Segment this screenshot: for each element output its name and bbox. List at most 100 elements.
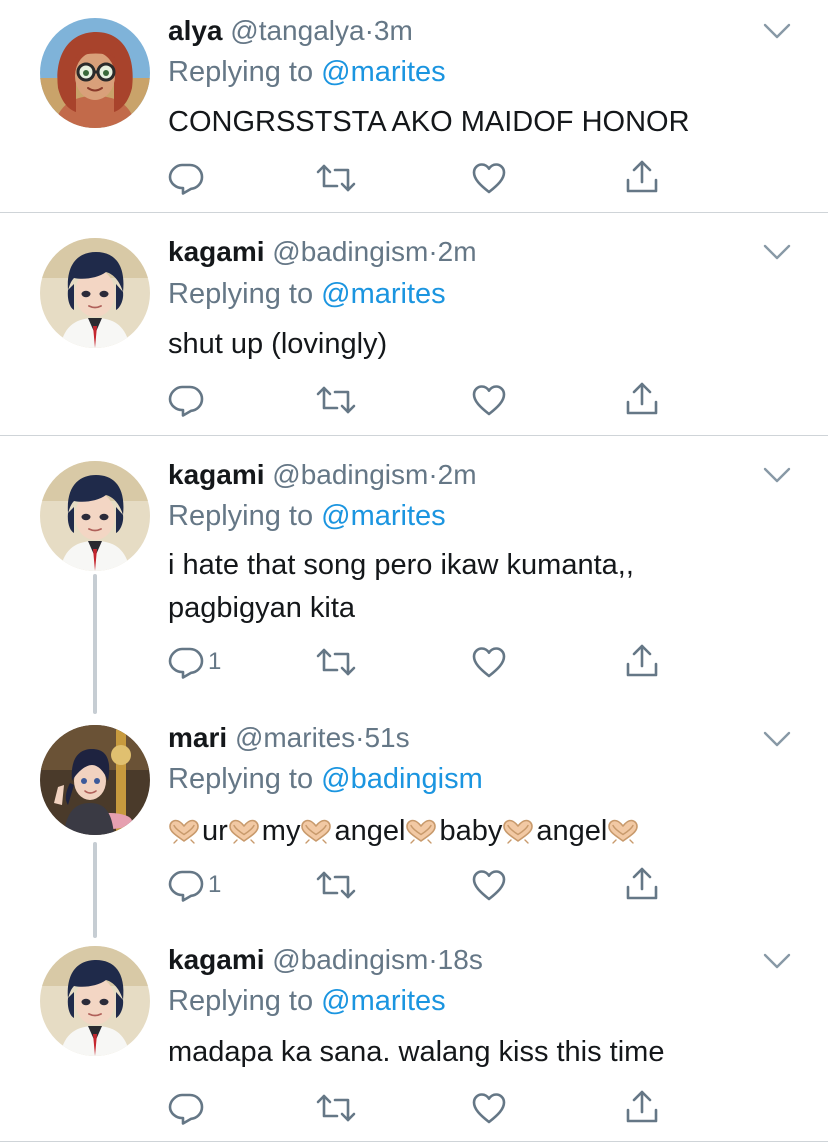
reply-icon (168, 644, 204, 680)
tweet-text: ur my angel baby angel (168, 810, 788, 853)
more-options-chevron-down-icon[interactable] (762, 950, 792, 972)
replying-to: Replying to @marites (168, 498, 446, 534)
heart-hands-icon (300, 818, 332, 844)
replying-to-handle[interactable]: @marites (321, 500, 446, 532)
retweet-button[interactable] (316, 867, 356, 903)
reply-button[interactable] (168, 382, 204, 418)
like-icon (471, 160, 507, 196)
timestamp[interactable]: 2m (438, 236, 477, 267)
display-name[interactable]: alya (168, 15, 223, 46)
avatar-blue-bob-hair-icon (40, 461, 150, 571)
tweet-header: kagami @badingism·2m (168, 235, 477, 269)
more-options-chevron-down-icon[interactable] (762, 20, 792, 42)
divider (0, 1141, 828, 1142)
tweet-header: alya @tangalya·3m (168, 14, 413, 48)
replying-to-handle[interactable]: @badingism (321, 763, 483, 795)
timestamp[interactable]: 18s (438, 944, 483, 975)
tweet[interactable]: kagami @badingism·18s Replying to @marit… (0, 922, 828, 1140)
retweet-button[interactable] (316, 382, 356, 418)
replying-to: Replying to @badingism (168, 761, 483, 797)
share-button[interactable] (624, 159, 660, 195)
timestamp[interactable]: 3m (374, 15, 413, 46)
share-icon (624, 643, 660, 679)
handle[interactable]: @badingism (272, 459, 428, 490)
like-button[interactable] (471, 1090, 507, 1126)
handle[interactable]: @badingism (272, 944, 428, 975)
replying-to: Replying to @marites (168, 54, 446, 90)
heart-hands-icon (228, 818, 260, 844)
retweet-icon (316, 867, 356, 903)
display-name[interactable]: kagami (168, 944, 265, 975)
avatar[interactable] (40, 18, 150, 128)
tweet-text-line: pagbigyan kita (168, 592, 356, 624)
tweet-word: ur (202, 815, 228, 847)
tweet-text-line: i hate that song pero ikaw kumanta,, (168, 549, 634, 581)
avatar-dark-hair-carousel-icon (40, 725, 150, 835)
like-button[interactable] (471, 867, 507, 903)
handle[interactable]: @marites (235, 722, 355, 753)
handle[interactable]: @tangalya (230, 15, 364, 46)
replying-to-handle[interactable]: @marites (321, 985, 446, 1017)
tweet[interactable]: mari @marites·51s Replying to @badingism… (0, 700, 828, 922)
share-button[interactable] (624, 1089, 660, 1125)
reply-button[interactable]: 1 (168, 867, 221, 903)
heart-hands-icon (168, 818, 200, 844)
tweet-text: shut up (lovingly) (168, 328, 388, 360)
avatar[interactable] (40, 238, 150, 348)
replying-to-label: Replying to (168, 763, 314, 795)
retweet-button[interactable] (316, 644, 356, 680)
like-button[interactable] (471, 644, 507, 680)
avatar[interactable] (40, 461, 150, 571)
heart-hands-icon (607, 818, 639, 844)
like-icon (471, 382, 507, 418)
more-options-chevron-down-icon[interactable] (762, 241, 792, 263)
share-icon (624, 866, 660, 902)
retweet-icon (316, 644, 356, 680)
replying-to-handle[interactable]: @marites (321, 56, 446, 88)
separator: · (428, 944, 438, 975)
more-options-chevron-down-icon[interactable] (762, 728, 792, 750)
share-icon (624, 381, 660, 417)
display-name[interactable]: mari (168, 722, 227, 753)
separator: · (428, 459, 438, 490)
timestamp[interactable]: 51s (364, 722, 409, 753)
reply-button[interactable]: 1 (168, 644, 221, 680)
tweet-word: angel (536, 815, 608, 847)
tweet-thread: alya @tangalya·3m Replying to @marites C… (0, 0, 828, 1144)
replying-to-label: Replying to (168, 985, 314, 1017)
display-name[interactable]: kagami (168, 236, 265, 267)
tweet-word: my (261, 815, 301, 847)
more-options-chevron-down-icon[interactable] (762, 464, 792, 486)
avatar[interactable] (40, 725, 150, 835)
share-button[interactable] (624, 381, 660, 417)
display-name[interactable]: kagami (168, 459, 265, 490)
reply-button[interactable] (168, 1090, 204, 1126)
reply-icon (168, 867, 204, 903)
separator: · (428, 236, 438, 267)
like-button[interactable] (471, 382, 507, 418)
tweet-text: i hate that song pero ikaw kumanta,, pag… (168, 544, 788, 630)
reply-button[interactable] (168, 160, 204, 196)
avatar[interactable] (40, 946, 150, 1056)
share-button[interactable] (624, 643, 660, 679)
avatar-blue-bob-hair-icon (40, 238, 150, 348)
retweet-button[interactable] (316, 1090, 356, 1126)
reply-icon (168, 160, 204, 196)
heart-hands-icon (405, 818, 437, 844)
replying-to-label: Replying to (168, 278, 314, 310)
replying-to: Replying to @marites (168, 983, 446, 1019)
tweet[interactable]: alya @tangalya·3m Replying to @marites C… (0, 0, 828, 212)
timestamp[interactable]: 2m (438, 459, 477, 490)
reply-icon (168, 1090, 204, 1126)
retweet-button[interactable] (316, 160, 356, 196)
retweet-icon (316, 160, 356, 196)
like-button[interactable] (471, 160, 507, 196)
share-button[interactable] (624, 866, 660, 902)
tweet-word: baby (439, 815, 503, 847)
replying-to-label: Replying to (168, 56, 314, 88)
tweet[interactable]: kagami @badingism·2m Replying to @marite… (0, 213, 828, 435)
handle[interactable]: @badingism (272, 236, 428, 267)
tweet-word: angel (334, 815, 406, 847)
replying-to-handle[interactable]: @marites (321, 278, 446, 310)
tweet[interactable]: kagami @badingism·2m Replying to @marite… (0, 436, 828, 700)
